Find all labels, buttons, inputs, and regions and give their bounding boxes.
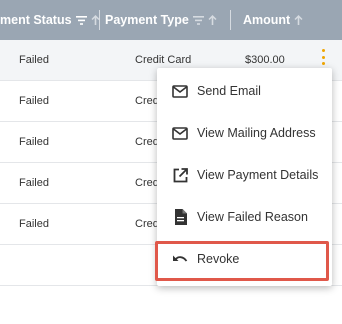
- menu-item-view-mailing-address[interactable]: View Mailing Address: [157, 112, 332, 154]
- payment-type-cell: Cred: [135, 177, 157, 189]
- menu-item-revoke[interactable]: Revoke: [157, 238, 332, 280]
- menu-item-label: Send Email: [197, 84, 261, 98]
- menu-item-label: View Mailing Address: [197, 126, 316, 140]
- column-header-label: ment Status: [0, 13, 72, 27]
- menu-item-label: View Payment Details: [197, 168, 319, 182]
- sort-up-icon[interactable]: [208, 15, 217, 25]
- payment-type-cell: Cred: [135, 218, 157, 230]
- menu-item-view-failed-reason[interactable]: View Failed Reason: [157, 196, 332, 238]
- filter-icon[interactable]: [75, 15, 87, 25]
- status-cell: Failed: [19, 95, 49, 107]
- menu-item-send-email[interactable]: Send Email: [157, 70, 332, 112]
- undo-icon: [171, 250, 189, 268]
- menu-item-label: Revoke: [197, 252, 240, 266]
- column-separator: [99, 10, 100, 30]
- filter-icon[interactable]: [192, 15, 204, 25]
- open-external-icon: [171, 166, 189, 184]
- status-cell: Failed: [19, 54, 49, 66]
- more-vertical-icon[interactable]: [316, 47, 330, 67]
- document-icon: [171, 208, 189, 226]
- column-header-amount[interactable]: Amount: [243, 0, 303, 40]
- column-header-label: Amount: [243, 13, 291, 27]
- payment-type-cell: Cred: [135, 95, 157, 107]
- status-cell: Failed: [19, 177, 49, 189]
- table-row-empty: [0, 286, 342, 324]
- table-header: ment Status Payment Type Amount: [0, 0, 342, 40]
- status-cell: Failed: [19, 136, 49, 148]
- column-header-label: Payment Type: [105, 13, 189, 27]
- payment-type-cell: Cred: [135, 136, 157, 148]
- column-separator: [230, 10, 231, 30]
- column-header-payment-type[interactable]: Payment Type: [105, 0, 217, 40]
- mail-icon: [171, 82, 189, 100]
- column-header-payment-status[interactable]: ment Status: [0, 0, 100, 40]
- menu-item-view-payment-details[interactable]: View Payment Details: [157, 154, 332, 196]
- row-actions-menu: Send Email View Mailing Address View Pay…: [157, 68, 332, 286]
- status-cell: Failed: [19, 218, 49, 230]
- menu-item-label: View Failed Reason: [197, 210, 308, 224]
- sort-up-icon[interactable]: [294, 15, 303, 25]
- mail-icon: [171, 124, 189, 142]
